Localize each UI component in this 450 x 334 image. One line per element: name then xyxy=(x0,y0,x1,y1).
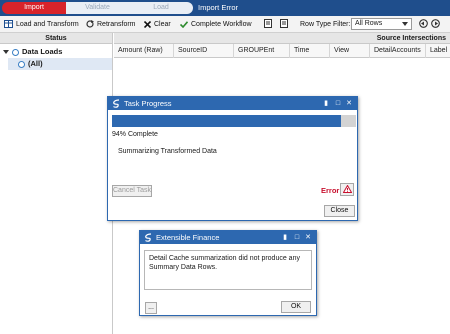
task-progress-titlebar: Task Progress ▮ □ ✕ xyxy=(108,97,357,110)
column-header-label[interactable]: Label xyxy=(426,44,450,58)
progress-status-text: Summarizing Transformed Data xyxy=(118,148,217,155)
grid-column-headers: Amount (Raw) SourceID GROUPEnt Time View… xyxy=(114,44,450,58)
tree-node-label: (All) xyxy=(28,59,43,68)
workflow-step-validate[interactable]: Validate xyxy=(66,2,129,14)
document-icon xyxy=(280,19,288,28)
workflow-step-import[interactable]: Import xyxy=(2,2,66,14)
column-header-view[interactable]: View xyxy=(330,44,370,58)
clear-button[interactable]: Clear xyxy=(144,19,171,30)
refresh-icon xyxy=(86,20,94,28)
nav-forward-icon xyxy=(431,19,440,28)
workflow-status-title: Import Error xyxy=(198,3,239,12)
status-panel: Status Data Loads (All) xyxy=(0,33,113,334)
progress-bar-fill xyxy=(112,115,342,127)
grid-group-title: Source Intersections xyxy=(376,35,446,42)
error-details-button[interactable] xyxy=(340,183,354,196)
complete-workflow-label: Complete Workflow xyxy=(191,21,252,28)
nav-back-icon xyxy=(419,19,428,28)
status-circle-icon xyxy=(12,48,19,56)
expand-triangle-icon[interactable] xyxy=(3,50,9,55)
load-transform-button[interactable]: Load and Transform xyxy=(4,19,79,30)
tree-node-label: Data Loads xyxy=(22,47,63,56)
workflow-step-load[interactable]: Load xyxy=(129,2,193,14)
column-header-time[interactable]: Time xyxy=(290,44,330,58)
message-text: Detail Cache summarization did not produ… xyxy=(144,250,312,290)
progress-bar xyxy=(112,115,356,127)
progress-percent-text: 94% Complete xyxy=(112,131,158,138)
close-icon[interactable]: ✕ xyxy=(303,231,313,244)
error-label: Error xyxy=(321,186,340,195)
nav-forward-button[interactable] xyxy=(431,19,440,30)
load-transform-label: Load and Transform xyxy=(16,21,79,28)
ok-button[interactable]: OK xyxy=(281,301,311,313)
app-logo-icon xyxy=(145,233,152,242)
close-button[interactable]: Close xyxy=(324,205,355,217)
row-type-filter-value: All Rows xyxy=(355,20,383,27)
task-progress-dialog: Task Progress ▮ □ ✕ 94% Complete Summari… xyxy=(107,96,358,221)
close-icon[interactable]: ✕ xyxy=(344,97,354,110)
grid-icon xyxy=(4,20,13,29)
message-dialog-title: Extensible Finance xyxy=(156,233,220,242)
row-type-filter-select[interactable]: All Rows xyxy=(351,18,412,30)
status-panel-header: Status xyxy=(0,33,112,44)
workflow-bar: Import Validate Load Import Error xyxy=(0,0,450,16)
status-circle-icon xyxy=(18,60,25,68)
pin-icon[interactable]: ▮ xyxy=(321,97,331,110)
tree-node-data-loads[interactable]: Data Loads xyxy=(3,46,62,58)
checkmark-icon xyxy=(180,20,188,28)
tree-node-all[interactable]: (All) xyxy=(8,58,112,70)
column-header-sourceid[interactable]: SourceID xyxy=(174,44,234,58)
row-type-filter-label: Row Type Filter: xyxy=(300,21,351,28)
document-button-1[interactable] xyxy=(264,19,272,30)
more-details-button[interactable]: ... xyxy=(145,302,157,314)
toolbar: Load and Transform Retransform Clear Com… xyxy=(0,16,450,33)
cancel-task-button[interactable]: Cancel Task xyxy=(112,185,152,197)
task-progress-title: Task Progress xyxy=(124,99,172,108)
column-header-groupent[interactable]: GROUPEnt xyxy=(234,44,290,58)
message-dialog: Extensible Finance ▮ □ ✕ Detail Cache su… xyxy=(139,230,317,316)
maximize-icon[interactable]: □ xyxy=(333,97,343,110)
complete-workflow-button[interactable]: Complete Workflow xyxy=(180,19,252,30)
clear-label: Clear xyxy=(154,21,171,28)
document-icon xyxy=(264,19,272,28)
retransform-button[interactable]: Retransform xyxy=(86,19,136,30)
document-button-2[interactable] xyxy=(280,19,288,30)
nav-back-button[interactable] xyxy=(419,19,428,30)
app-logo-icon xyxy=(113,99,120,108)
column-header-amount-raw[interactable]: Amount (Raw) xyxy=(114,44,174,58)
message-dialog-titlebar: Extensible Finance ▮ □ ✕ xyxy=(140,231,316,244)
close-x-icon xyxy=(144,20,151,28)
chevron-down-icon xyxy=(402,22,408,26)
column-header-detailaccounts[interactable]: DetailAccounts xyxy=(370,44,426,58)
pin-icon[interactable]: ▮ xyxy=(280,231,290,244)
warning-icon xyxy=(342,184,352,193)
grid-group-header: Source Intersections xyxy=(114,33,450,44)
retransform-label: Retransform xyxy=(97,21,136,28)
maximize-icon[interactable]: □ xyxy=(292,231,302,244)
